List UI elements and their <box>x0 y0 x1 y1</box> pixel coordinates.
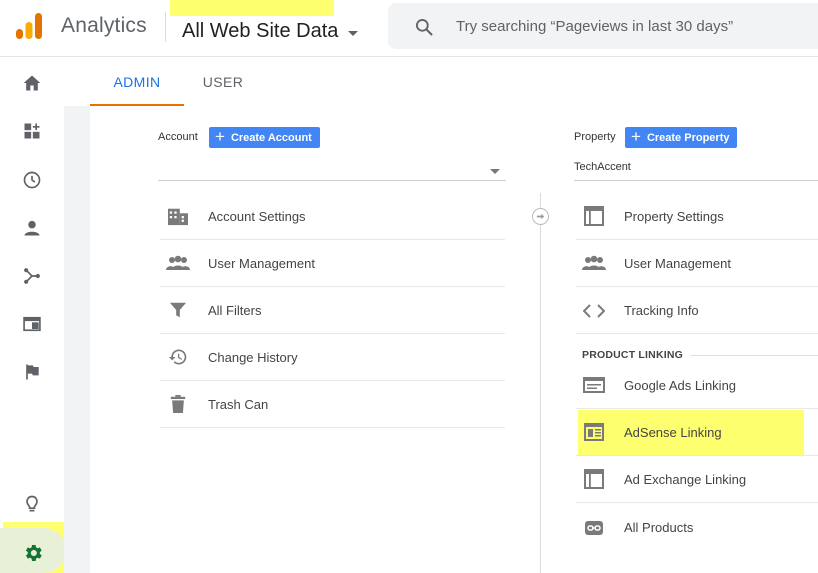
all-filters-label: All Filters <box>208 302 262 318</box>
ad-exchange-linking-item[interactable]: Ad Exchange Linking <box>576 456 818 503</box>
account-settings-item[interactable]: Account Settings <box>160 193 505 240</box>
property-settings-item[interactable]: Property Settings <box>576 193 818 240</box>
create-property-label: Create Property <box>646 131 730 144</box>
search-input[interactable] <box>456 3 816 49</box>
home-icon[interactable] <box>20 71 44 95</box>
people-icon <box>582 251 606 275</box>
filter-icon <box>166 298 190 322</box>
analytics-logo-icon[interactable] <box>14 12 44 42</box>
adsense-icon <box>582 420 606 444</box>
create-account-label: Create Account <box>230 131 312 144</box>
all-products-item[interactable]: All Products <box>576 504 818 551</box>
google-ads-linking-label: Google Ads Linking <box>624 377 737 393</box>
plus-icon: + <box>215 127 225 146</box>
chevron-down-icon <box>348 30 359 36</box>
change-history-label: Change History <box>208 349 298 365</box>
account-label: Account <box>158 131 198 143</box>
google-ads-linking-item[interactable]: Google Ads Linking <box>576 362 818 409</box>
view-selector-label: All Web Site Data <box>182 20 339 42</box>
ad-exchange-linking-label: Ad Exchange Linking <box>624 471 747 487</box>
app-name: Analytics <box>61 14 147 37</box>
realtime-clock-icon[interactable] <box>20 168 44 192</box>
section-divider <box>690 355 818 356</box>
people-icon <box>166 251 190 275</box>
tab-bar: ADMIN USER <box>64 57 818 106</box>
account-user-management-item[interactable]: User Management <box>160 240 505 287</box>
adexchange-icon <box>582 467 606 491</box>
property-label: Property <box>574 131 616 143</box>
product-linking-heading: PRODUCT LINKING <box>582 349 683 361</box>
trash-can-label: Trash Can <box>208 396 269 412</box>
view-highlight <box>170 0 334 16</box>
history-icon <box>166 345 190 369</box>
divider <box>576 333 818 334</box>
tracking-info-label: Tracking Info <box>624 303 699 318</box>
admin-gear-icon[interactable] <box>21 541 45 565</box>
building-icon <box>166 204 190 228</box>
property-selector-underline <box>574 180 818 181</box>
tracking-info-item[interactable]: Tracking Info <box>576 287 818 334</box>
account-settings-label: Account Settings <box>208 208 306 224</box>
top-bar: Analytics All Web Site Data <box>0 0 818 57</box>
account-user-management-label: User Management <box>208 255 315 271</box>
all-filters-item[interactable]: All Filters <box>160 287 505 334</box>
arrow-right-icon <box>532 208 549 225</box>
change-history-item[interactable]: Change History <box>160 334 505 381</box>
acquisition-icon[interactable] <box>20 264 44 288</box>
code-icon <box>582 299 606 323</box>
plus-icon: + <box>631 127 641 146</box>
account-selector[interactable] <box>158 155 506 181</box>
header-divider <box>165 12 166 42</box>
property-settings-label: Property Settings <box>624 208 724 224</box>
trash-icon <box>166 392 190 416</box>
lightbulb-icon[interactable] <box>20 492 44 516</box>
adsense-linking-item[interactable]: AdSense Linking <box>576 409 818 456</box>
create-account-button[interactable]: + Create Account <box>209 127 320 148</box>
trash-can-item[interactable]: Trash Can <box>160 381 505 428</box>
view-selector[interactable]: All Web Site Data <box>182 20 359 43</box>
create-property-button[interactable]: + Create Property <box>625 127 738 148</box>
property-selector[interactable]: TechAccent <box>574 161 631 173</box>
chevron-down-icon <box>490 169 500 174</box>
audience-person-icon[interactable] <box>20 216 44 240</box>
column-divider <box>540 193 541 573</box>
behavior-icon[interactable] <box>20 312 44 336</box>
layout-icon <box>582 204 606 228</box>
search-box[interactable] <box>388 3 818 49</box>
ads-icon <box>582 373 606 397</box>
conversions-flag-icon[interactable] <box>20 360 44 384</box>
adsense-linking-label: AdSense Linking <box>624 424 722 440</box>
all-products-label: All Products <box>624 520 694 535</box>
customization-icon[interactable] <box>20 119 44 143</box>
tab-admin[interactable]: ADMIN <box>90 57 184 106</box>
link-icon <box>582 516 606 540</box>
left-nav <box>0 57 64 573</box>
property-user-management-label: User Management <box>624 255 731 271</box>
search-icon[interactable] <box>414 17 434 37</box>
tab-user[interactable]: USER <box>190 57 256 106</box>
property-user-management-item[interactable]: User Management <box>576 240 818 287</box>
